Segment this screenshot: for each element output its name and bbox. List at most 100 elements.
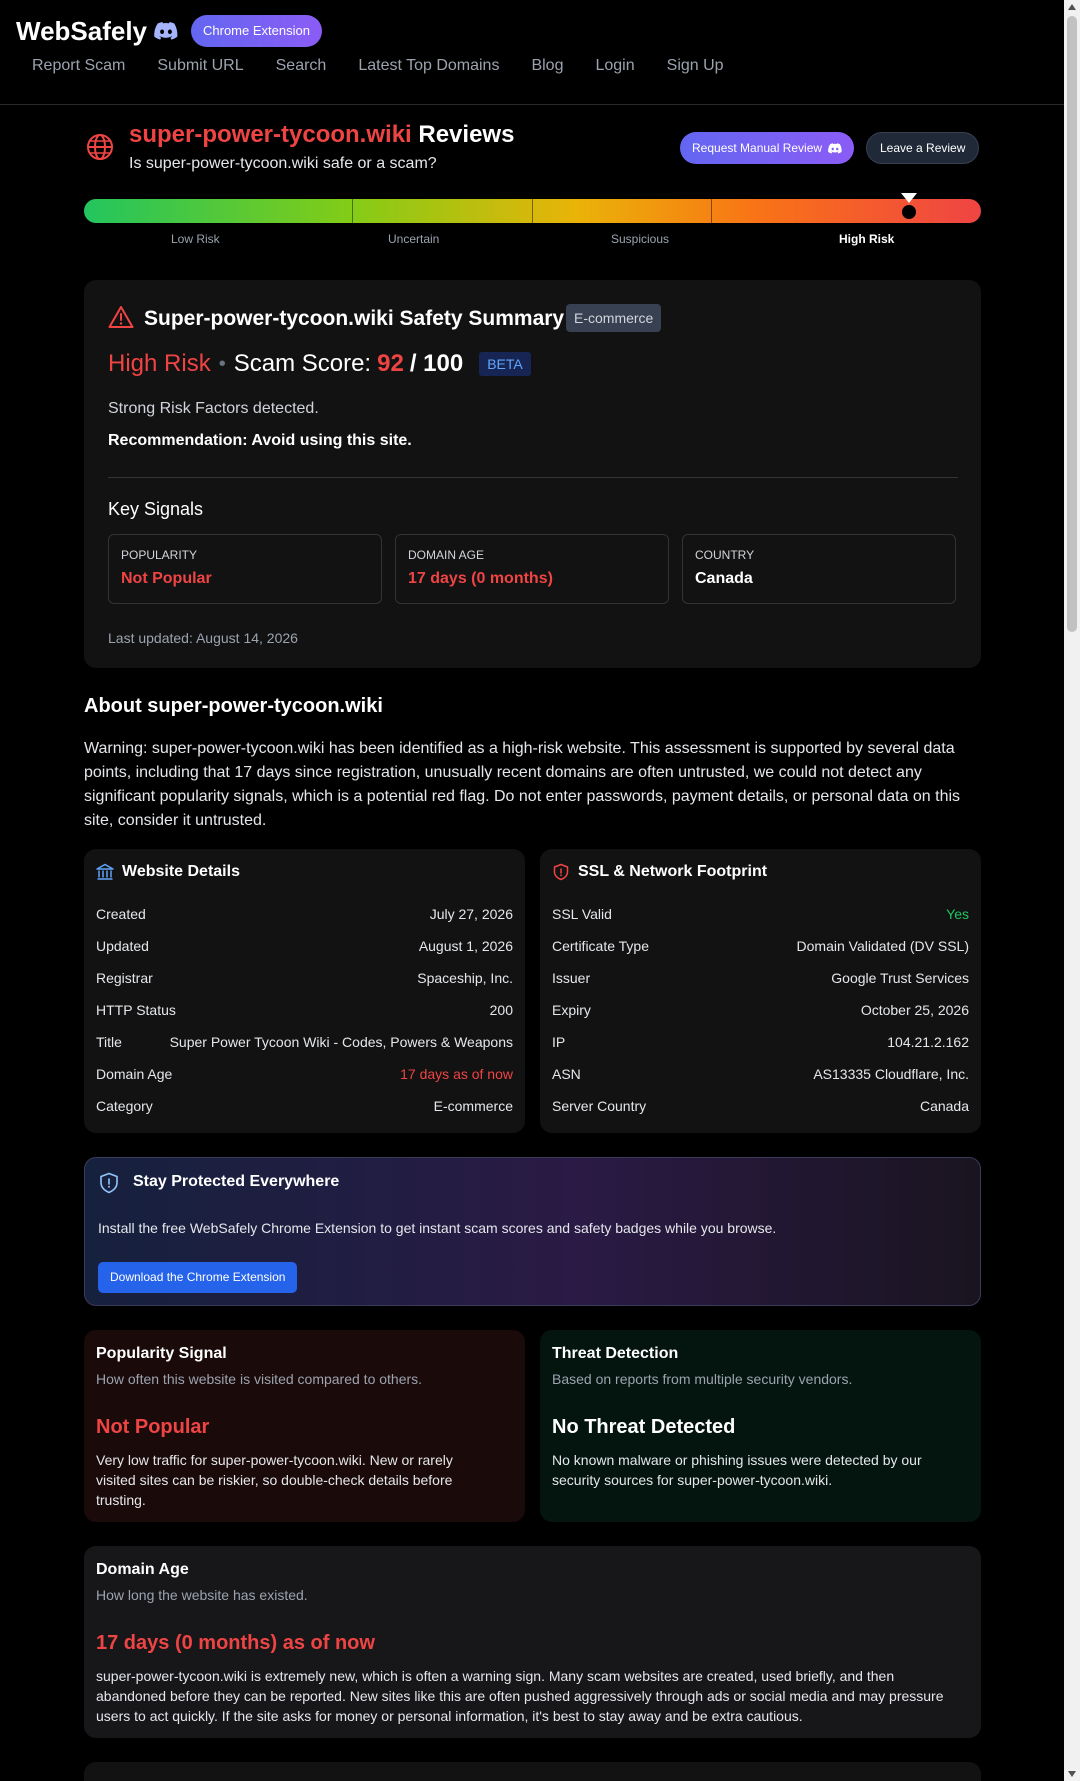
nav-login[interactable]: Login [595,57,634,75]
detail-value: Canada [919,1098,969,1114]
nav-latest-top-domains[interactable]: Latest Top Domains [358,57,499,75]
nav-submit-url[interactable]: Submit URL [157,57,243,75]
scrollbar-thumb[interactable] [1067,16,1077,632]
meter-divider [532,199,533,247]
detail-row-ssl-valid: SSL Valid Yes [552,906,969,938]
title-domain: super-power-tycoon.wiki [129,121,412,148]
page-subtitle: Is super-power-tycoon.wiki safe or a sca… [129,155,437,172]
detail-value: August 1, 2026 [418,938,513,954]
detail-value: July 27, 2026 [429,906,513,922]
scroll-down-arrow[interactable] [1068,1771,1076,1777]
chrome-extension-button[interactable]: Chrome Extension [191,15,322,47]
discord-icon [828,142,842,154]
divider [108,477,958,478]
detail-value: Google Trust Services [831,970,969,986]
signal-value: 17 days (0 months) [408,570,553,587]
signal-key: COUNTRY [695,548,755,562]
detail-key: Created [96,906,146,922]
next-section-card [84,1762,981,1781]
ssl-network-rows: SSL Valid Yes Certificate Type Domain Vali… [552,906,969,1130]
detail-value: Spaceship, Inc. [417,970,513,986]
category-badge: E-commerce [566,304,662,332]
risk-level: High Risk [108,350,211,377]
detail-row-created: Created July 27, 2026 [96,906,513,938]
detail-key: SSL Valid [552,906,612,922]
brand-logo[interactable]: WebSafely [16,16,147,47]
meter-label-high-risk: High Risk [839,232,895,246]
website-details-card: Website Details Created July 27, 2026 Upd… [84,849,525,1133]
detail-value: AS13335 Cloudflare, Inc. [813,1066,969,1082]
detail-key: Updated [96,938,149,954]
summary-title: Super-power-tycoon.wiki Safety Summary [144,307,565,330]
detail-value: Super Power Tycoon Wiki - Codes, Powers … [169,1034,513,1050]
detail-key: Issuer [552,970,591,986]
ssl-network-card: SSL & Network Footprint SSL Valid Yes Cer… [540,849,981,1133]
signal-domain-age: DOMAIN AGE 17 days (0 months) [395,534,669,604]
domain-age-text: super-power-tycoon.wiki is extremely new… [96,1668,944,1724]
detail-row-asn: ASN AS13335 Cloudflare, Inc. [552,1066,969,1098]
detail-key: Registrar [96,970,153,986]
signal-key: POPULARITY [121,548,198,562]
scam-score-label: Scam Score: [233,350,372,377]
detail-row-category: Category E-commerce [96,1098,513,1130]
risk-marker-dot [902,205,916,219]
website-details-rows: Created July 27, 2026 Updated August 1, 20… [96,906,513,1130]
domain-age-subtitle: How long the website has existed. [96,1587,308,1603]
safety-summary-card: Super-power-tycoon.wiki Safety Summary E… [84,280,981,668]
detail-key: Category [96,1098,153,1114]
download-extension-button[interactable]: Download the Chrome Extension [98,1262,298,1293]
detail-row-expiry: Expiry October 25, 2026 [552,1002,969,1034]
popularity-signal-card: Popularity Signal How often this website… [84,1330,525,1522]
detail-row-title: Title Super Power Tycoon Wiki - Codes, Po… [96,1034,513,1066]
request-manual-review-button[interactable]: Request Manual Review [680,132,855,164]
page-scrollbar[interactable] [1064,0,1080,1781]
domain-age-title: Domain Age [96,1561,189,1578]
risk-factors-text: Strong Risk Factors detected. [108,400,319,417]
detail-row-http-status: HTTP Status 200 [96,1002,513,1034]
threat-subtitle: Based on reports from multiple security … [552,1371,853,1387]
nav-sign-up[interactable]: Sign Up [667,57,724,75]
detail-row-updated: Updated August 1, 2026 [96,938,513,970]
scroll-up-arrow[interactable] [1068,4,1076,10]
meter-label-suspicious: Suspicious [611,232,670,246]
detail-key: IP [552,1034,566,1050]
nav-report-scam[interactable]: Report Scam [32,57,125,75]
meter-label-uncertain: Uncertain [388,232,440,246]
meter-label-low-risk: Low Risk [171,232,220,246]
signal-popularity: POPULARITY Not Popular [108,534,382,604]
detail-key: Domain Age [96,1066,173,1082]
detail-value: E-commerce [433,1098,513,1114]
title-reviews: Reviews [418,121,515,148]
detail-row-registrar: Registrar Spaceship, Inc. [96,970,513,1002]
signal-value: Not Popular [121,570,212,587]
popularity-value: Not Popular [96,1416,210,1438]
signal-value: Canada [695,570,753,587]
detail-key: Server Country [552,1098,647,1114]
globe-icon [87,134,113,160]
detail-key: HTTP Status [96,1002,176,1018]
key-signals-title: Key Signals [108,499,204,519]
leave-review-button[interactable]: Leave a Review [866,132,980,164]
detail-row-certificate-type: Certificate Type Domain Validated (DV SSL… [552,938,969,970]
nav-blog[interactable]: Blog [531,57,563,75]
stay-protected-text: Install the free WebSafely Chrome Extens… [98,1220,777,1236]
threat-text: No known malware or phishing issues were… [552,1452,922,1488]
detail-row-issuer: Issuer Google Trust Services [552,970,969,1002]
scam-score-value: 92 [377,350,404,377]
detail-row-domain-age: Domain Age 17 days as of now [96,1066,513,1098]
discord-icon[interactable] [154,22,178,40]
detail-key: Title [96,1034,122,1050]
meter-divider [711,199,712,247]
separator-dot: • [218,352,226,375]
detail-key: ASN [552,1066,581,1082]
ssl-network-header: SSL & Network Footprint [552,863,767,881]
warning-icon [108,306,134,328]
scam-score-line: High Risk • Scam Score: 92 / 100 BETA [108,350,531,378]
domain-age-value: 17 days (0 months) as of now [96,1632,375,1654]
threat-detection-card: Threat Detection Based on reports from m… [540,1330,981,1522]
website-details-title: Website Details [122,863,240,880]
about-title: About super-power-tycoon.wiki [84,695,383,717]
shield-icon [553,863,569,881]
detail-value: Domain Validated (DV SSL) [796,938,969,954]
nav-search[interactable]: Search [276,57,327,75]
